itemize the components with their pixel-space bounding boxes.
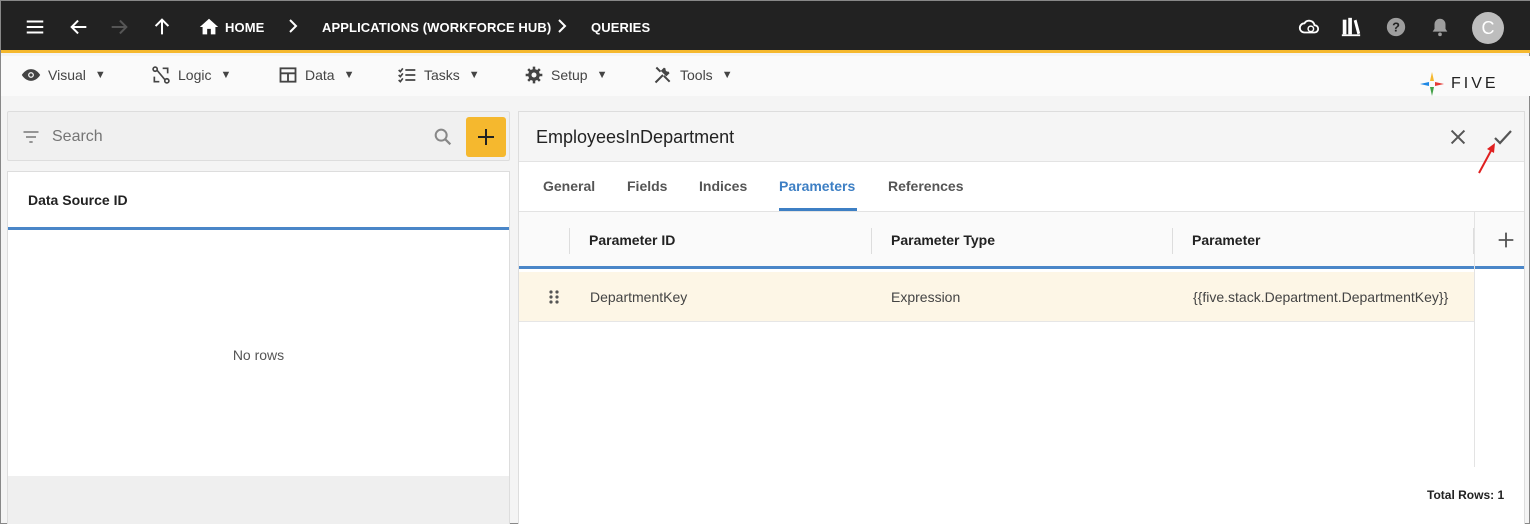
- menu-tasks[interactable]: Tasks ▼: [397, 64, 480, 86]
- menu-tools-label: Tools: [680, 67, 713, 83]
- form-title: EmployeesInDepartment: [536, 127, 735, 147]
- tab-parameters[interactable]: Parameters: [779, 178, 855, 194]
- column-divider: [871, 228, 872, 254]
- table-icon: [279, 67, 297, 83]
- tools-icon: [654, 66, 671, 84]
- cell-parameter: {{five.stack.Department.DepartmentKey}}: [1193, 289, 1449, 305]
- tab-references[interactable]: References: [888, 178, 964, 194]
- list-footer: [8, 476, 509, 524]
- grid-action-column-border: [1474, 212, 1475, 467]
- notifications-bell-icon[interactable]: [1428, 15, 1452, 39]
- empty-state-text: No rows: [232, 347, 285, 363]
- menu-setup[interactable]: Setup ▼: [524, 64, 607, 86]
- caret-down-icon: ▼: [343, 69, 355, 81]
- plus-icon: [478, 129, 494, 145]
- cell-parameter-type: Expression: [891, 289, 961, 305]
- gear-icon: [525, 66, 543, 84]
- menu-tasks-label: Tasks: [424, 67, 460, 83]
- breadcrumb-home[interactable]: HOME: [225, 20, 264, 35]
- library-books-icon[interactable]: [1339, 15, 1363, 39]
- menu-logic[interactable]: Logic ▼: [151, 64, 231, 86]
- drag-handle-icon[interactable]: [548, 289, 560, 305]
- menu-visual-label: Visual: [48, 67, 86, 83]
- eye-icon: [21, 69, 41, 81]
- query-form-panel: EmployeesInDepartment General Fields Ind…: [518, 111, 1525, 524]
- left-list-panel: Data Source ID No rows: [7, 111, 510, 524]
- search-icon[interactable]: [432, 126, 454, 148]
- forward-arrow-icon: [107, 15, 131, 39]
- add-row-icon[interactable]: [1495, 229, 1517, 251]
- breadcrumb-applications[interactable]: APPLICATIONS (WORKFORCE HUB): [322, 20, 551, 35]
- parameters-grid-header: Parameter ID Parameter Type Parameter: [519, 212, 1524, 269]
- tab-general[interactable]: General: [543, 178, 595, 194]
- five-logo: FIVE: [1419, 71, 1499, 97]
- caret-down-icon: ▼: [596, 69, 608, 81]
- column-header-parameter-id[interactable]: Parameter ID: [589, 232, 675, 248]
- menu-logic-label: Logic: [178, 67, 212, 83]
- caret-down-icon: ▼: [468, 69, 480, 81]
- active-tab-indicator: [779, 208, 857, 211]
- caret-down-icon: ▼: [220, 69, 232, 81]
- add-record-button[interactable]: [466, 117, 506, 157]
- up-arrow-icon[interactable]: [150, 15, 174, 39]
- column-header-parameter[interactable]: Parameter: [1192, 232, 1261, 248]
- menu-icon[interactable]: [23, 15, 47, 39]
- checklist-icon: [398, 67, 416, 83]
- tab-fields[interactable]: Fields: [627, 178, 667, 194]
- top-app-bar: HOME APPLICATIONS (WORKFORCE HUB) QUERIE…: [1, 1, 1530, 53]
- filter-icon[interactable]: [21, 127, 41, 147]
- five-logo-mark-icon: [1420, 72, 1444, 96]
- main-menu-bar: Visual ▼ Logic ▼ Data ▼ Tasks ▼ Setup ▼ Tools…: [1, 56, 1530, 96]
- column-header-parameter-type[interactable]: Parameter Type: [891, 232, 995, 248]
- home-icon[interactable]: [197, 15, 221, 39]
- menu-data-label: Data: [305, 67, 335, 83]
- user-avatar[interactable]: C: [1472, 12, 1504, 44]
- svg-text:?: ?: [1392, 20, 1400, 35]
- table-row[interactable]: DepartmentKey Expression {{five.stack.De…: [519, 272, 1474, 322]
- search-input[interactable]: [52, 125, 422, 149]
- five-logo-text: FIVE: [1451, 75, 1499, 92]
- cloud-sync-icon[interactable]: [1297, 15, 1321, 39]
- form-header: EmployeesInDepartment: [519, 112, 1524, 162]
- search-bar: [7, 111, 510, 161]
- column-divider: [569, 228, 570, 254]
- menu-visual[interactable]: Visual ▼: [21, 64, 106, 86]
- help-icon[interactable]: ?: [1384, 15, 1408, 39]
- close-icon[interactable]: [1447, 126, 1469, 148]
- menu-setup-label: Setup: [551, 67, 588, 83]
- cell-parameter-id: DepartmentKey: [590, 289, 688, 305]
- caret-down-icon: ▼: [94, 69, 106, 81]
- menu-data[interactable]: Data ▼: [278, 64, 354, 86]
- column-header-data-source-id[interactable]: Data Source ID: [8, 172, 509, 230]
- breadcrumb-queries[interactable]: QUERIES: [591, 20, 650, 35]
- tab-indices[interactable]: Indices: [699, 178, 747, 194]
- chevron-right-icon: [288, 18, 298, 39]
- menu-tools[interactable]: Tools ▼: [653, 64, 733, 86]
- back-arrow-icon[interactable]: [67, 15, 91, 39]
- data-source-list: Data Source ID No rows: [7, 171, 510, 524]
- logic-flow-icon: [152, 66, 170, 84]
- chevron-right-icon: [557, 18, 567, 39]
- column-divider: [1172, 228, 1173, 254]
- caret-down-icon: ▼: [721, 69, 733, 81]
- red-arrow-annotation-icon: [1478, 143, 1495, 174]
- total-rows-count: Total Rows: 1: [1427, 488, 1505, 502]
- form-tabs: General Fields Indices Parameters Refere…: [519, 162, 1524, 212]
